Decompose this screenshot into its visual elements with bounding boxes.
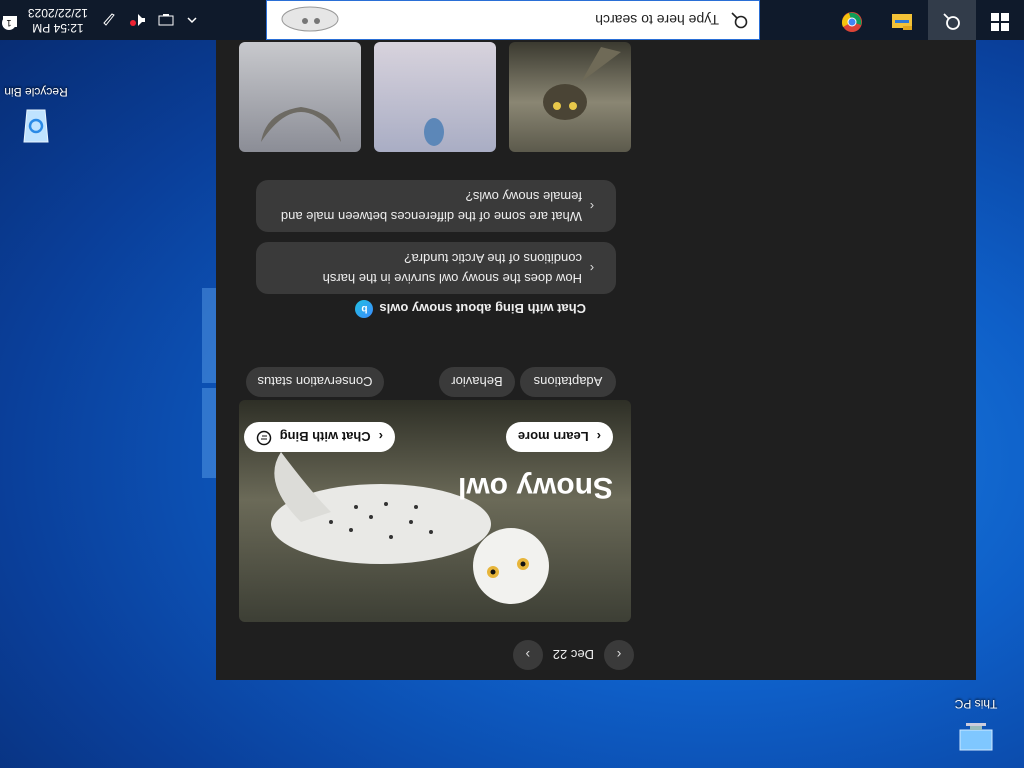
search-icon — [719, 11, 759, 29]
clock[interactable]: 12:54 PM 12/22/2023 — [20, 5, 96, 35]
desktop-beam — [202, 388, 216, 478]
file-explorer-icon — [891, 9, 913, 32]
suggested-question[interactable]: ‹ How does the snowy owl survive in the … — [256, 242, 616, 294]
this-pc-icon — [938, 715, 1014, 758]
desktop-screen: This PC Recycle Bin ‹ What are some of t… — [0, 0, 1024, 768]
chat-section-title: Chat with Bing about snowy owls b — [355, 300, 586, 318]
desktop-icon-this-pc[interactable]: This PC — [938, 697, 1014, 758]
thumbnail-image[interactable] — [239, 42, 361, 152]
clock-time: 12:54 PM — [32, 21, 84, 35]
notification-center-button[interactable]: 1 — [0, 11, 20, 31]
question-text: What are some of the differences between… — [280, 189, 582, 224]
thumbnail-image[interactable] — [509, 42, 631, 152]
search-panel: ‹ What are some of the differences betwe… — [216, 40, 976, 680]
chevron-left-icon: ‹ — [589, 199, 595, 214]
system-tray: 12:54 PM 12/22/2023 1 — [0, 0, 204, 40]
desktop-icon-label: This PC — [954, 697, 998, 711]
chrome-icon — [841, 7, 863, 34]
chat-button-label: Chat with Bing — [279, 429, 371, 445]
next-day-button[interactable]: ‹ — [604, 640, 634, 670]
pen-icon[interactable] — [96, 13, 122, 27]
chip-behavior[interactable]: Behavior — [439, 367, 515, 397]
chip-conservation-status[interactable]: Conservation status — [246, 367, 384, 397]
chevron-left-icon: ‹ — [589, 261, 595, 276]
learn-more-button[interactable]: ‹ Learn more — [505, 422, 613, 452]
chat-title-text: Chat with Bing about snowy owls — [379, 301, 586, 317]
thumbnail-image[interactable] — [374, 42, 496, 152]
file-explorer-button[interactable] — [878, 0, 926, 40]
bing-logo-icon: b — [355, 300, 374, 318]
chip-label: Adaptations — [533, 374, 603, 390]
date-label: Dec 22 — [552, 647, 594, 663]
question-text: How does the snowy owl survive in the ha… — [322, 251, 582, 286]
chip-label: Behavior — [451, 374, 503, 390]
chat-with-bing-button[interactable]: ‹ Chat with Bing — [243, 422, 395, 452]
chip-adaptations[interactable]: Adaptations — [520, 367, 616, 397]
desktop-beam — [202, 288, 216, 383]
suggested-question[interactable]: ‹ What are some of the differences betwe… — [256, 180, 616, 232]
previous-day-button[interactable]: › — [512, 640, 543, 670]
date-navigation: ‹ Dec 22 › — [512, 640, 634, 670]
network-icon[interactable] — [152, 13, 180, 27]
learn-more-label: Learn more — [517, 429, 589, 445]
chat-bubble-icon — [256, 428, 272, 447]
taskbar-search-box[interactable]: Type here to search — [266, 0, 760, 40]
hero-title: Snowy owl — [457, 471, 613, 504]
start-button-slot — [976, 0, 1024, 40]
clock-date: 12/22/2023 — [27, 6, 88, 20]
desktop-icon-recycle-bin[interactable]: Recycle Bin — [0, 85, 74, 150]
chip-label: Conservation status — [257, 374, 373, 390]
recycle-bin-icon — [0, 103, 74, 150]
chevron-left-icon: ‹ — [596, 429, 601, 445]
search-input[interactable]: Type here to search — [595, 12, 719, 28]
search-highlight-owl-icon — [275, 0, 345, 37]
desktop-icon-label: Recycle Bin — [4, 85, 68, 99]
chevron-left-icon: ‹ — [378, 429, 383, 445]
chrome-button[interactable] — [828, 0, 876, 40]
taskbar-apps — [976, 0, 1024, 40]
task-view-button[interactable] — [928, 0, 976, 40]
volume-muted-icon[interactable] — [122, 13, 152, 27]
search-icon — [942, 8, 962, 33]
chevron-up-icon[interactable] — [180, 14, 204, 26]
